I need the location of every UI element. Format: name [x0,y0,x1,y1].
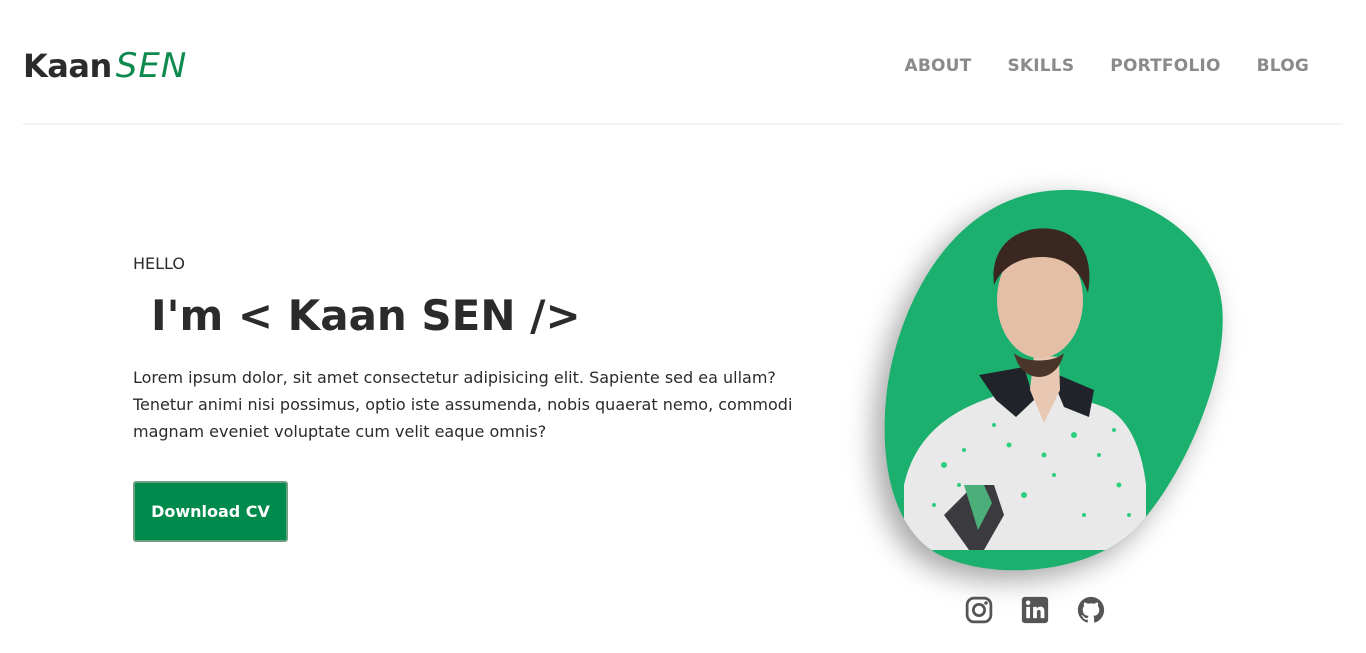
hero-description: Lorem ipsum dolor, sit amet consectetur … [133,368,793,441]
logo-first-name: Kaan [23,47,112,85]
nav-about[interactable]: ABOUT [904,56,971,76]
social-links [964,595,1106,625]
logo-last-name: SEN [115,46,188,86]
site-logo[interactable]: Kaan SEN [23,46,187,86]
hero-text: HELLO I'm < Kaan SEN /> Lorem ipsum dolo… [133,254,813,445]
profile-photo [884,185,1224,575]
download-cv-button[interactable]: Download CV [133,481,288,542]
nav-skills[interactable]: SKILLS [1007,56,1074,76]
nav-portfolio[interactable]: PORTFOLIO [1110,56,1220,76]
profile-blob-image [884,189,1223,571]
nav-blog[interactable]: BLOG [1257,56,1309,76]
hero-greeting: HELLO [133,254,185,273]
linkedin-icon[interactable] [1020,595,1050,625]
hero-headline: I'm < Kaan SEN /> [151,291,581,340]
github-icon[interactable] [1076,595,1106,625]
site-header: Kaan SEN ABOUT SKILLS PORTFOLIO BLOG [23,0,1343,125]
instagram-icon[interactable] [964,595,994,625]
main-nav: ABOUT SKILLS PORTFOLIO BLOG [904,56,1309,76]
